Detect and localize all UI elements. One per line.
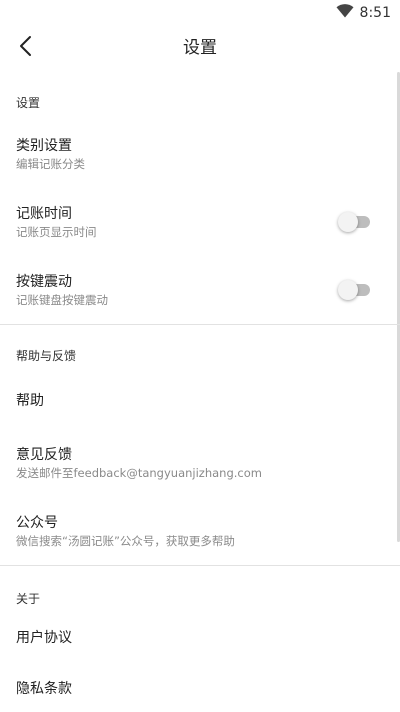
official-account-item[interactable]: 公众号 微信搜索“汤圆记账”公众号，获取更多帮助	[0, 497, 400, 565]
wifi-icon	[336, 3, 354, 22]
toggle-thumb	[338, 212, 358, 232]
item-title: 隐私条款	[16, 681, 72, 697]
item-title: 记账时间	[16, 206, 72, 222]
privacy-item[interactable]: 隐私条款	[0, 666, 400, 712]
item-subtitle: 编辑记账分类	[16, 157, 85, 171]
item-title: 类别设置	[16, 138, 72, 154]
page-title: 设置	[183, 38, 217, 58]
item-title: 公众号	[16, 515, 58, 531]
section-header-settings: 设置	[16, 96, 41, 110]
settings-list: 设置 类别设置 编辑记账分类 记账时间 记账页显示时间 按键震动 记账键盘按键震…	[0, 72, 400, 712]
section-header-help: 帮助与反馈	[16, 349, 77, 363]
app-bar: 设置	[0, 24, 400, 72]
key-vibration-item[interactable]: 按键震动 记账键盘按键震动	[0, 256, 400, 324]
back-arrow-icon	[19, 35, 33, 61]
item-subtitle: 发送邮件至feedback@tangyuanjizhang.com	[16, 466, 262, 480]
status-time: 8:51	[359, 4, 391, 21]
help-item[interactable]: 帮助	[0, 373, 400, 429]
status-bar: 8:51	[0, 0, 400, 24]
user-agreement-item[interactable]: 用户协议	[0, 610, 400, 666]
feedback-item[interactable]: 意见反馈 发送邮件至feedback@tangyuanjizhang.com	[0, 429, 400, 497]
category-settings-item[interactable]: 类别设置 编辑记账分类	[0, 120, 400, 188]
item-subtitle: 微信搜索“汤圆记账”公众号，获取更多帮助	[16, 534, 235, 548]
item-title: 用户协议	[16, 630, 72, 646]
record-time-toggle[interactable]	[338, 212, 372, 232]
back-button[interactable]	[8, 30, 44, 66]
item-subtitle: 记账页显示时间	[16, 225, 97, 239]
key-vibration-toggle[interactable]	[338, 280, 372, 300]
item-title: 按键震动	[16, 274, 72, 290]
item-subtitle: 记账键盘按键震动	[16, 293, 108, 307]
toggle-thumb	[338, 280, 358, 300]
status-icons: 8:51	[336, 3, 391, 22]
item-title: 意见反馈	[16, 447, 72, 463]
record-time-item[interactable]: 记账时间 记账页显示时间	[0, 188, 400, 256]
section-header-about: 关于	[16, 592, 41, 606]
item-title: 帮助	[16, 393, 44, 409]
